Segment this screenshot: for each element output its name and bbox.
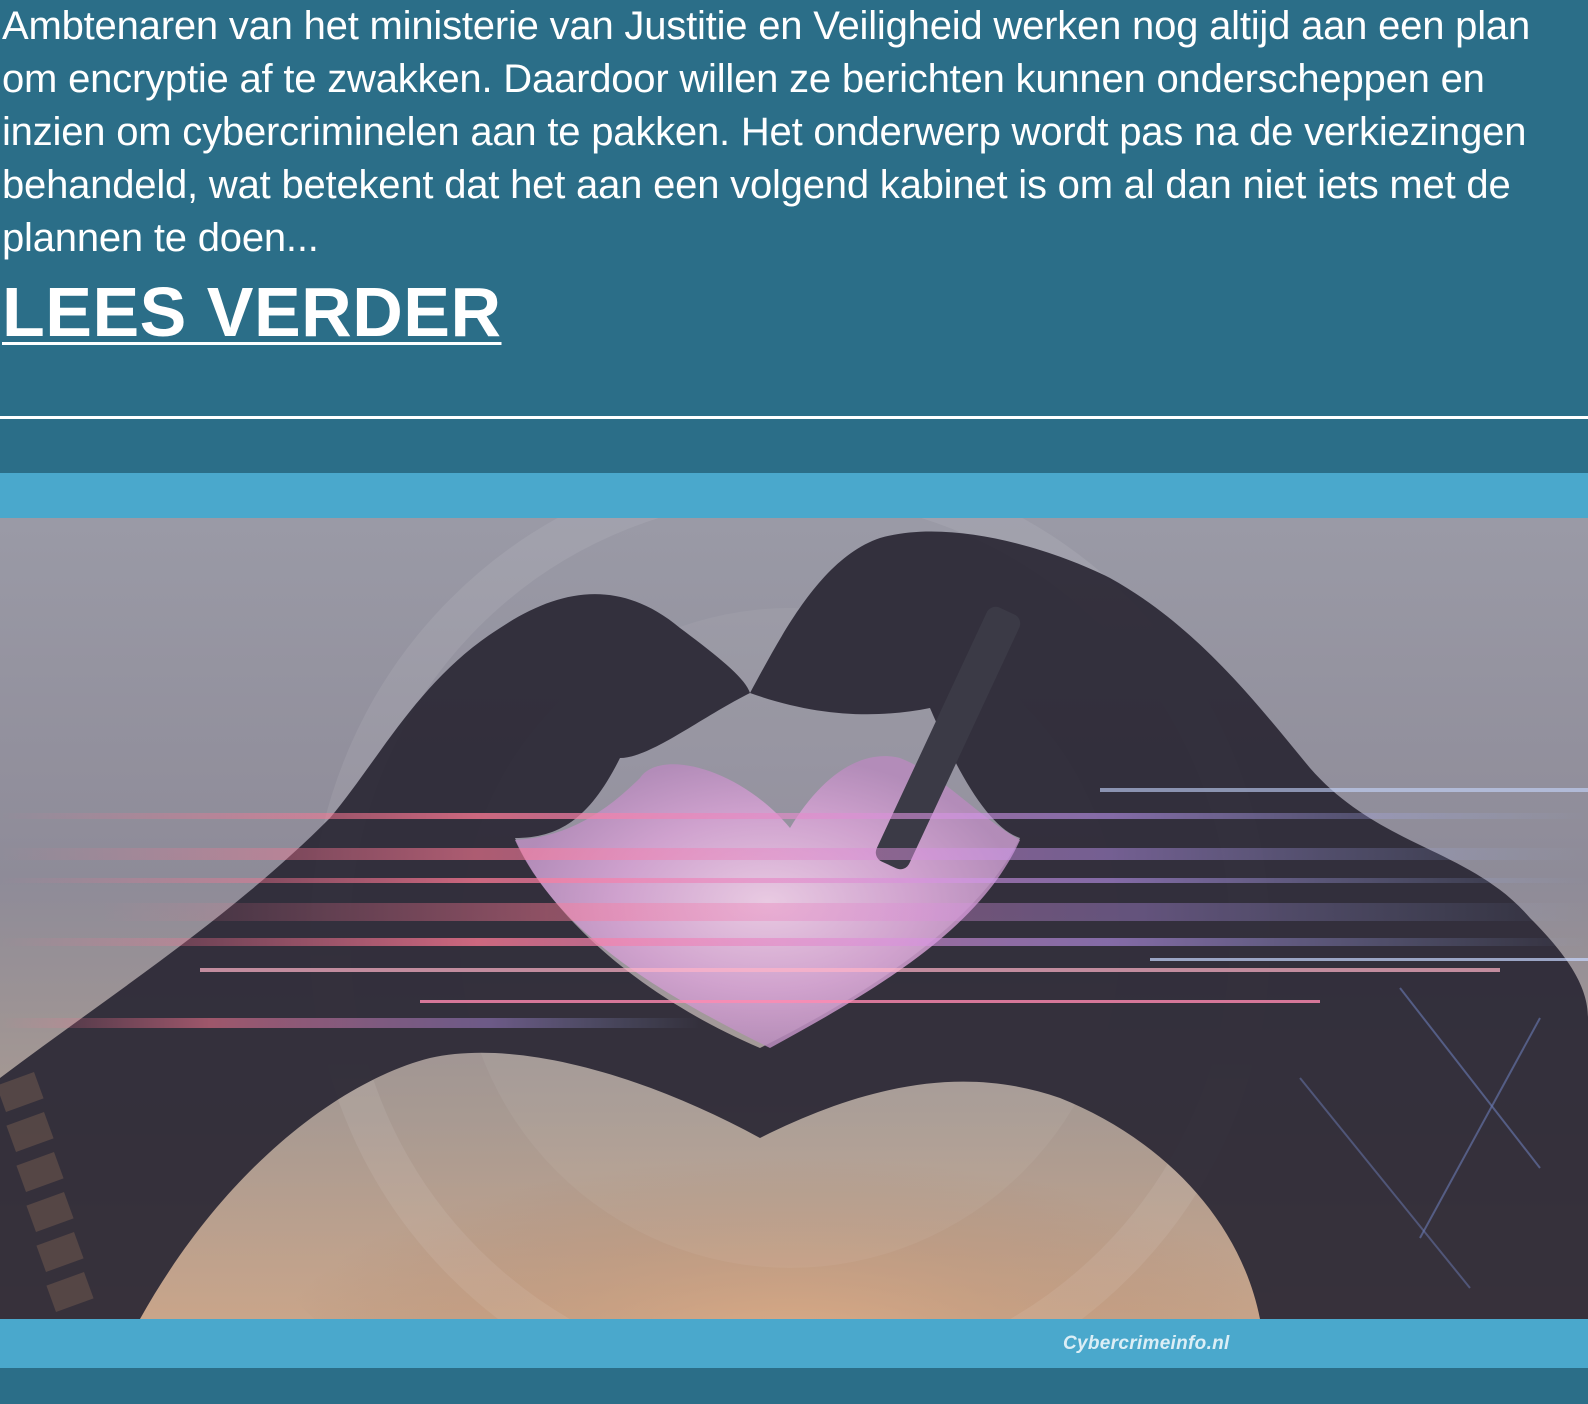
heart-hands-image[interactable] <box>0 518 1588 1319</box>
banner: Cybercrimeinfo.nl <box>0 473 1588 1368</box>
watermark: Cybercrimeinfo.nl <box>1063 1333 1230 1354</box>
read-more-link[interactable]: LEES VERDER <box>2 272 502 352</box>
divider <box>0 416 1588 419</box>
article-excerpt: Ambtenaren van het ministerie van Justit… <box>2 4 1531 260</box>
